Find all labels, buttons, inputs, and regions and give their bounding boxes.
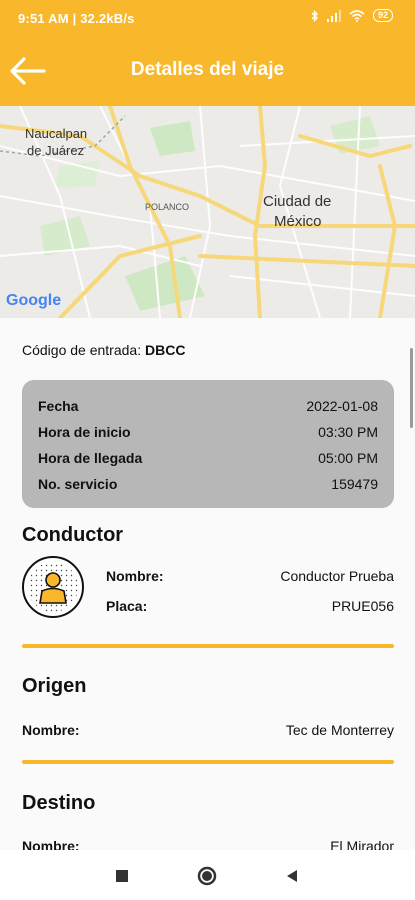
trip-info-row: Fecha 2022-01-08 [38,394,378,420]
trip-info-label: No. servicio [38,476,118,492]
driver-plate-label: Placa: [106,598,148,614]
app-bar: Detalles del viaje [0,36,415,106]
map-graphic: Naucalpan de Juárez Ciudad de México POL… [0,106,415,318]
home-button[interactable] [195,864,219,888]
trip-info-row: Hora de llegada 05:00 PM [38,446,378,472]
back-triangle-icon [287,870,297,882]
status-time-speed: 9:51 AM | 32.2kB/s [18,11,135,26]
status-bar: 9:51 AM | 32.2kB/s 92 [0,0,415,36]
google-logo: Google [6,292,61,309]
trip-info-label: Hora de inicio [38,424,131,440]
map-view[interactable]: Naucalpan de Juárez Ciudad de México POL… [0,106,415,318]
driver-plate-value: PRUE056 [331,598,394,614]
wifi-icon [349,9,365,22]
driver-avatar [22,556,84,618]
map-label-naucalpan-2: de Juárez [27,143,84,158]
status-icons: 92 [311,9,393,22]
driver-name-value: Conductor Prueba [280,568,394,584]
system-nav-bar [0,850,415,900]
scrollbar-thumb[interactable] [410,348,413,428]
map-label-cdmx-2: México [274,213,322,230]
entry-code-label: Código de entrada: [22,342,142,358]
recents-button[interactable] [110,864,134,888]
destination-name-label: Nombre: [22,838,80,850]
trip-info-card: Fecha 2022-01-08 Hora de inicio 03:30 PM… [22,380,394,508]
system-back-button[interactable] [280,864,304,888]
destination-section-title: Destino [22,792,96,814]
bluetooth-icon [311,9,318,22]
trip-info-value: 03:30 PM [318,424,378,440]
map-label-naucalpan-1: Naucalpan [25,126,87,141]
destination-name-value: El Mirador [330,838,394,850]
home-icon [197,866,217,886]
signal-icon [326,9,341,22]
page-title: Detalles del viaje [130,59,285,80]
driver-name-label: Nombre: [106,568,164,584]
map-label-polanco: POLANCO [145,202,189,212]
entry-code: Código de entrada: DBCC [22,342,185,358]
stop-icon [116,870,128,882]
trip-info-label: Hora de llegada [38,450,143,466]
origin-name-value: Tec de Monterrey [285,722,394,738]
trip-info-row: Hora de inicio 03:30 PM [38,420,378,446]
trip-info-value: 05:00 PM [318,450,378,466]
trip-info-value: 2022-01-08 [306,398,378,414]
trip-info-label: Fecha [38,398,79,414]
entry-code-value: DBCC [144,342,186,358]
driver-section-title: Conductor [22,524,124,546]
map-label-cdmx-1: Ciudad de [263,193,331,210]
battery-icon: 92 [372,9,393,22]
person-icon [28,562,78,612]
trip-info-value: 159479 [331,476,378,492]
trip-details-panel[interactable]: Código de entrada: DBCC Fecha 2022-01-08… [0,318,415,850]
section-divider [22,644,394,648]
section-divider [22,760,394,764]
trip-info-row: No. servicio 159479 [38,472,378,498]
origin-name-label: Nombre: [22,722,80,738]
origin-section-title: Origen [22,675,87,697]
